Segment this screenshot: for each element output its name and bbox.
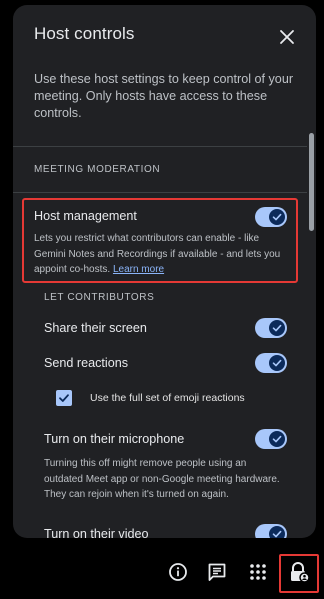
section-label-meeting-moderation: MEETING MODERATION bbox=[34, 164, 161, 175]
video-label: Turn on their video bbox=[44, 527, 149, 538]
meeting-details-button[interactable] bbox=[163, 557, 193, 587]
close-icon bbox=[280, 30, 294, 44]
activities-button[interactable] bbox=[243, 557, 273, 587]
toggle-knob bbox=[269, 526, 285, 538]
toggle-knob bbox=[269, 320, 285, 336]
emoji-reactions-label: Use the full set of emoji reactions bbox=[90, 392, 245, 404]
divider bbox=[13, 146, 307, 147]
check-icon bbox=[272, 324, 282, 332]
check-icon bbox=[272, 359, 282, 367]
send-reactions-toggle[interactable] bbox=[255, 353, 287, 373]
chat-button[interactable] bbox=[202, 557, 232, 587]
check-icon bbox=[272, 435, 282, 443]
host-controls-panel: Host controls Use these host settings to… bbox=[13, 5, 316, 538]
microphone-description: Turning this off might remove people usi… bbox=[44, 458, 280, 500]
close-button[interactable] bbox=[271, 21, 303, 53]
host-controls-button[interactable] bbox=[284, 557, 314, 587]
microphone-toggle[interactable] bbox=[255, 429, 287, 449]
video-toggle[interactable] bbox=[255, 524, 287, 538]
toggle-knob bbox=[269, 431, 285, 447]
host-management-description: Lets you restrict what contributors can … bbox=[34, 231, 286, 278]
scrollbar[interactable] bbox=[309, 133, 314, 231]
learn-more-link[interactable]: Learn more bbox=[113, 264, 164, 275]
panel-title: Host controls bbox=[34, 24, 135, 43]
share-screen-toggle[interactable] bbox=[255, 318, 287, 338]
host-controls-icon bbox=[291, 562, 310, 583]
bottom-toolbar bbox=[0, 540, 324, 599]
chat-icon bbox=[208, 563, 226, 581]
check-icon bbox=[272, 530, 282, 538]
section-label-let-contributors: LET CONTRIBUTORS bbox=[44, 292, 155, 303]
info-icon bbox=[169, 563, 187, 581]
activities-icon bbox=[250, 564, 266, 580]
send-reactions-label: Send reactions bbox=[44, 356, 129, 370]
panel-description: Use these host settings to keep control … bbox=[34, 72, 294, 120]
toggle-knob bbox=[269, 209, 285, 225]
host-management-toggle[interactable] bbox=[255, 207, 287, 227]
toggle-knob bbox=[269, 355, 285, 371]
check-icon bbox=[272, 213, 282, 221]
panel-header: Host controls bbox=[13, 5, 316, 65]
share-screen-label: Share their screen bbox=[44, 321, 147, 335]
checkmark-icon bbox=[59, 394, 69, 402]
divider bbox=[13, 192, 307, 193]
emoji-reactions-checkbox[interactable] bbox=[56, 390, 72, 406]
host-management-label: Host management bbox=[34, 209, 137, 223]
microphone-label: Turn on their microphone bbox=[44, 432, 185, 446]
